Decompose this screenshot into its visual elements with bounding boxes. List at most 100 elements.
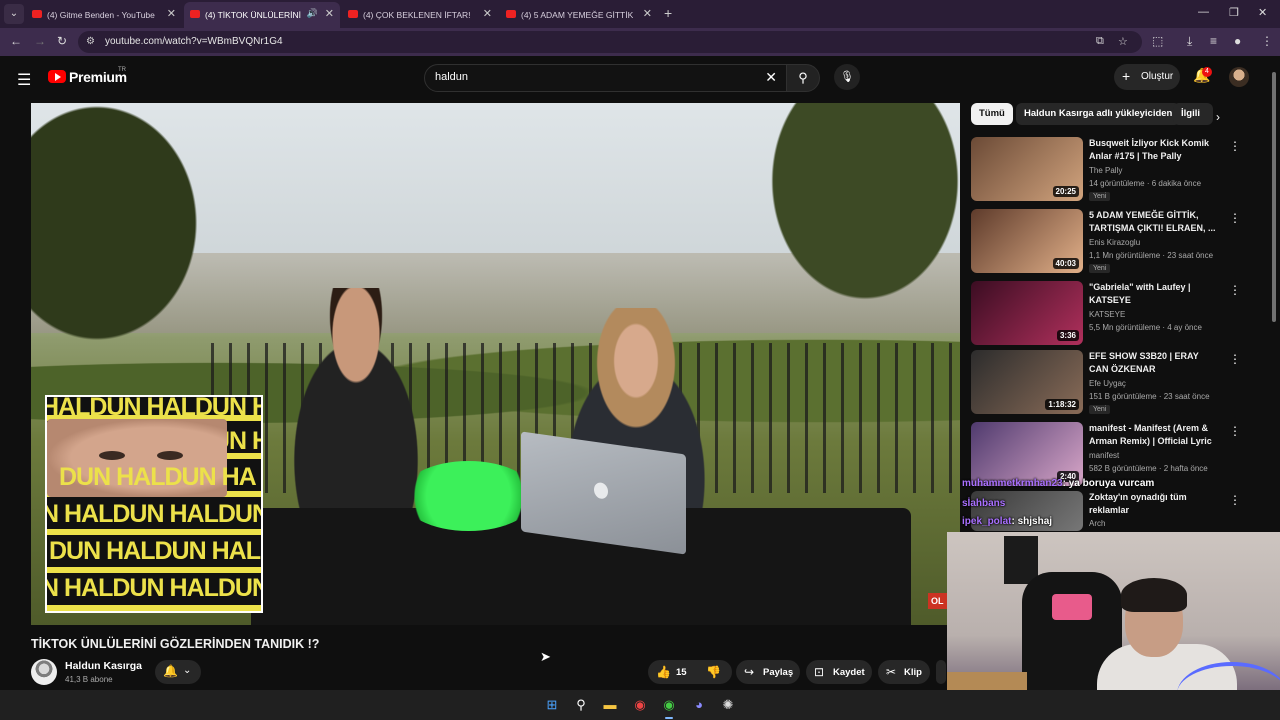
search-input[interactable]: haldun ✕	[424, 64, 790, 92]
browser-tab[interactable]: (4) 5 ADAM YEMEĞE GİTTİK, TA ✕	[500, 2, 658, 28]
video-title[interactable]: Busqweit İzliyor Kick Komik Anlar #175 |…	[1089, 137, 1219, 163]
hamburger-menu-icon[interactable]: ☰	[17, 70, 31, 90]
channel-name[interactable]: Haldun Kasırga	[65, 660, 142, 672]
more-options-icon[interactable]: ⋮	[1229, 493, 1241, 507]
subscribed-button[interactable]: 🔔 ⌄	[155, 660, 201, 684]
channel-name[interactable]: Efe Uygaç	[1089, 379, 1126, 388]
video-title[interactable]: Zoktay'ın oynadığı tüm reklamlar	[1089, 491, 1219, 517]
chevron-right-icon[interactable]: ›	[1216, 110, 1220, 124]
more-options-icon[interactable]: ⋮	[1229, 424, 1241, 438]
file-explorer-icon[interactable]: ▬	[601, 696, 619, 714]
discord-icon[interactable]: ◕	[690, 696, 708, 714]
restore-icon[interactable]: ❐	[1229, 6, 1239, 19]
video-meta: 14 görüntüleme · 6 dakika önce	[1089, 179, 1202, 188]
browser-tab-active[interactable]: (4) TİKTOK ÜNLÜLERİNİ GÖ 🔊 ✕	[184, 2, 340, 28]
video-player[interactable]: HALDUN HALDUN H HALDUN HALDUN HA DUN HAL…	[31, 103, 960, 625]
install-icon[interactable]: ⧉	[1096, 35, 1104, 48]
channel-name[interactable]: The Pally	[1089, 166, 1122, 175]
channel-name[interactable]: KATSEYE	[1089, 310, 1125, 319]
menu-kebab-icon[interactable]: ⋮	[1261, 34, 1273, 48]
video-title: TİKTOK ÜNLÜLERİNİ GÖZLERİNDEN TANIDIK !?	[31, 637, 320, 651]
channel-name[interactable]: Enis Kirazoglu	[1089, 238, 1140, 247]
overlay-text: N HALDUN HALDUN H	[47, 500, 263, 528]
haldun-pattern-overlay: HALDUN HALDUN H HALDUN HALDUN HA DUN HAL…	[45, 395, 263, 613]
browser-tab[interactable]: (4) ÇOK BEKLENEN İFTAR! | Alp ✕	[342, 2, 498, 28]
scrollbar[interactable]	[1272, 72, 1276, 322]
close-window-icon[interactable]: ✕	[1258, 6, 1267, 19]
search-query: haldun	[435, 71, 469, 83]
thumbs-up-icon[interactable]: 👍	[656, 665, 671, 679]
new-badge: Yeni	[1089, 192, 1111, 201]
youtube-favicon-icon	[348, 10, 358, 18]
close-tab-icon[interactable]: ✕	[167, 7, 176, 20]
create-button[interactable]: + Oluştur	[1114, 64, 1180, 90]
video-thumbnail[interactable]: 2:40	[971, 422, 1083, 486]
browser-tab[interactable]: (4) Gitme Benden - YouTube ✕	[26, 2, 182, 28]
thumbs-down-icon[interactable]: 👎	[706, 665, 721, 679]
tab-title: (4) ÇOK BEKLENEN İFTAR! | Alp	[363, 10, 473, 20]
video-thumbnail[interactable]: 1:18:32	[971, 350, 1083, 414]
media-icon[interactable]: ≡	[1210, 34, 1217, 48]
voice-search-button[interactable]: 🎙	[834, 64, 860, 90]
download-icon[interactable]: ⤓	[1187, 34, 1192, 49]
clip-button[interactable]: ✂ Klip	[878, 660, 930, 684]
tab-search-icon[interactable]: ⌄	[4, 4, 24, 24]
more-options-icon[interactable]: ⋮	[1229, 139, 1241, 153]
chrome-icon[interactable]: ◉	[631, 696, 649, 714]
like-dislike-button[interactable]: 👍 15 👎	[648, 660, 732, 684]
chip-related[interactable]: İlgili	[1173, 103, 1213, 125]
sidebar-video[interactable]: 2:40 manifest - Manifest (Arem & Arman R…	[971, 422, 1251, 486]
plus-icon: +	[1122, 68, 1131, 84]
share-icon: ↪	[744, 665, 755, 679]
sidebar-video[interactable]: 20:25 Busqweit İzliyor Kick Komik Anlar …	[971, 137, 1251, 201]
close-tab-icon[interactable]: ✕	[325, 7, 334, 20]
chat-message: muhammetkrmhan23: ya boruya vurcam	[962, 478, 1154, 489]
close-tab-icon[interactable]: ✕	[483, 7, 492, 20]
video-title[interactable]: EFE SHOW S3B20 | ERAY CAN ÖZKENAR	[1089, 350, 1219, 376]
extensions-icon[interactable]: ⬚	[1152, 34, 1163, 48]
channel-name[interactable]: manifest	[1089, 451, 1119, 460]
video-thumbnail[interactable]: 3:36	[971, 281, 1083, 345]
video-title[interactable]: 5 ADAM YEMEĞE GİTTİK, TARTIŞMA ÇIKTI! EL…	[1089, 209, 1219, 235]
video-thumbnail[interactable]: 20:25	[971, 137, 1083, 201]
chip-from-uploader[interactable]: Haldun Kasırga adlı yükleyiciden	[1016, 103, 1181, 125]
clear-search-icon[interactable]: ✕	[765, 69, 777, 86]
chrome-profile-icon[interactable]: ◉	[660, 696, 678, 719]
bookmark-star-icon[interactable]: ☆	[1118, 35, 1128, 48]
search-icon[interactable]: ⚲	[572, 696, 590, 714]
back-icon[interactable]: ←	[10, 34, 22, 48]
video-title[interactable]: "Gabriela" with Laufey | KATSEYE	[1089, 281, 1219, 307]
youtube-favicon-icon	[506, 10, 516, 18]
windows-start-icon[interactable]: ⊞	[543, 696, 561, 714]
url-text: youtube.com/watch?v=WBmBVQNr1G4	[105, 36, 283, 47]
reload-icon[interactable]: ↻	[57, 34, 67, 48]
address-bar[interactable]: ⚙ youtube.com/watch?v=WBmBVQNr1G4 ⧉ ☆	[78, 31, 1142, 53]
save-button[interactable]: ⊡ Kaydet	[806, 660, 872, 684]
search-button[interactable]: ⚲	[786, 64, 820, 92]
new-tab-icon[interactable]: +	[664, 5, 672, 21]
share-button[interactable]: ↪ Paylaş	[736, 660, 800, 684]
speaker-icon[interactable]: 🔊	[307, 8, 318, 19]
more-options-icon[interactable]: ⋮	[1229, 211, 1241, 225]
overlay-text: N HALDUN HALDUN	[45, 574, 263, 602]
close-tab-icon[interactable]: ✕	[643, 7, 652, 20]
minimize-icon[interactable]: —	[1198, 6, 1209, 18]
profile-icon[interactable]: ●	[1234, 34, 1241, 48]
more-options-icon[interactable]: ⋮	[1229, 283, 1241, 297]
app-icon[interactable]: ✺	[719, 696, 737, 714]
sidebar-video[interactable]: 1:18:32 EFE SHOW S3B20 | ERAY CAN ÖZKENA…	[971, 350, 1251, 414]
bookmark-icon: ⊡	[814, 665, 825, 679]
video-thumbnail[interactable]: 40:03	[971, 209, 1083, 273]
more-actions-button[interactable]	[936, 660, 946, 684]
forward-icon[interactable]: →	[34, 34, 46, 48]
chip-all[interactable]: Tümü	[971, 103, 1013, 125]
account-avatar[interactable]	[1229, 67, 1249, 87]
site-info-icon[interactable]: ⚙	[86, 36, 95, 47]
more-options-icon[interactable]: ⋮	[1229, 352, 1241, 366]
video-title[interactable]: manifest - Manifest (Arem & Arman Remix)…	[1089, 422, 1219, 448]
channel-name[interactable]: Arch	[1089, 519, 1105, 528]
channel-avatar[interactable]	[31, 659, 57, 685]
sidebar-video[interactable]: 40:03 5 ADAM YEMEĞE GİTTİK, TARTIŞMA ÇIK…	[971, 209, 1251, 273]
sidebar-video[interactable]: 3:36 "Gabriela" with Laufey | KATSEYE KA…	[971, 281, 1251, 345]
new-badge: Yeni	[1089, 405, 1111, 414]
